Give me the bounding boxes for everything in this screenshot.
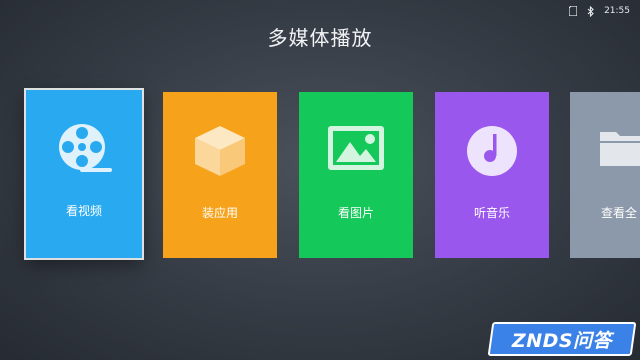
page-title: 多媒体播放 xyxy=(267,26,373,50)
tile-label: 听音乐 xyxy=(473,206,510,220)
folder-icon xyxy=(600,132,640,166)
clock-time: 21:55 xyxy=(604,6,630,16)
image-icon xyxy=(328,126,384,170)
box-icon xyxy=(195,126,245,176)
tile-install-app[interactable]: 装应用 xyxy=(163,92,277,258)
film-reel-icon xyxy=(59,124,112,172)
tile-label: 看图片 xyxy=(337,206,374,220)
tile-row: 看视频 装应用 看图片 听音乐 查看全 xyxy=(0,88,640,260)
tile-label: 看视频 xyxy=(65,204,102,218)
music-disc-icon xyxy=(467,126,517,176)
znds-watermark-logo: ZNDS问答 xyxy=(487,322,637,356)
tile-view-all[interactable]: 查看全 xyxy=(570,92,640,258)
tile-label: 查看全 xyxy=(601,206,638,220)
tile-listen-music[interactable]: 听音乐 xyxy=(435,92,549,258)
tile-watch-video[interactable]: 看视频 xyxy=(24,88,144,260)
sd-card-icon xyxy=(569,6,578,16)
watermark-text: ZNDS问答 xyxy=(511,329,613,352)
tile-label: 装应用 xyxy=(201,206,238,220)
bluetooth-icon xyxy=(587,5,594,17)
tile-view-pictures[interactable]: 看图片 xyxy=(299,92,413,258)
status-bar: 21:55 xyxy=(569,4,630,18)
